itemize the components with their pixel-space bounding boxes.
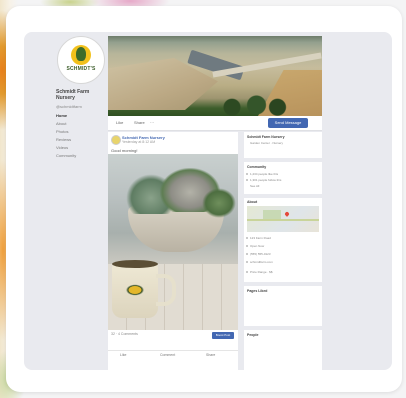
- community-title: Community: [247, 165, 267, 169]
- page-main: Like Share ··· Send Message Schmidt Farm…: [108, 32, 392, 370]
- community-box: Community 1,234 people like this 1,301 p…: [244, 162, 322, 194]
- clock-icon: [246, 245, 248, 247]
- map-road: [247, 219, 319, 221]
- community-see-all-link[interactable]: See All: [250, 184, 259, 188]
- more-options-button[interactable]: ···: [150, 119, 154, 127]
- pages-liked-box: Pages Liked: [244, 286, 322, 326]
- post-timestamp[interactable]: Yesterday at 8:12 AM: [122, 140, 155, 144]
- page-nav: Home About Photos Reviews Videos Communi…: [56, 112, 108, 160]
- nav-item-community[interactable]: Community: [56, 152, 108, 160]
- location-map[interactable]: [247, 206, 319, 232]
- page-sidebar: SCHMIDT'S Schmidt Farm Nursery @schmidtf…: [24, 32, 108, 370]
- globe-icon: [246, 261, 248, 263]
- nav-item-about[interactable]: About: [56, 120, 108, 128]
- nav-item-videos[interactable]: Videos: [56, 144, 108, 152]
- photo-mug-rim: [112, 260, 158, 268]
- feed-post: Schmidt Farm Nursery Yesterday at 8:12 A…: [108, 132, 238, 370]
- pages-liked-title: Pages Liked: [247, 289, 268, 293]
- page-name[interactable]: Schmidt Farm Nursery: [56, 89, 106, 101]
- cover-trees: [218, 94, 288, 116]
- page-handle[interactable]: @schmidtfarm: [56, 104, 82, 109]
- right-column: Schmidt Farm Nursery Garden Center · Nur…: [244, 132, 322, 370]
- about-address[interactable]: 123 Farm Road: [250, 236, 271, 240]
- about-website[interactable]: schmidtfarm.com: [250, 260, 273, 264]
- nav-item-home[interactable]: Home: [56, 112, 108, 120]
- community-likes: 1,234 people like this: [250, 172, 279, 176]
- cover-photo[interactable]: [108, 36, 322, 116]
- post-actions-bar: Like Comment Share: [108, 350, 238, 361]
- about-summary-title: Schmidt Farm Nursery: [247, 135, 285, 139]
- post-like-button[interactable]: Like: [120, 353, 126, 357]
- location-icon: [246, 237, 248, 239]
- people-title: People: [247, 333, 259, 337]
- like-page-button[interactable]: Like: [116, 119, 123, 127]
- page-profile-logo[interactable]: SCHMIDT'S: [57, 36, 105, 84]
- logo-wordmark: SCHMIDT'S: [66, 66, 96, 72]
- post-reaction-stats[interactable]: 32 · 4 Comments: [111, 332, 138, 336]
- nav-item-reviews[interactable]: Reviews: [56, 136, 108, 144]
- community-follows: 1,301 people follow this: [250, 178, 282, 182]
- nav-item-photos[interactable]: Photos: [56, 128, 108, 136]
- leaf-icon: [76, 47, 86, 61]
- about-title: About: [247, 200, 258, 204]
- about-box: About 123 Farm Road Open Now (555) 555-0…: [244, 198, 322, 282]
- photo-succulent-right: [202, 188, 236, 218]
- about-summary-box: Schmidt Farm Nursery Garden Center · Nur…: [244, 132, 322, 158]
- about-hours: Open Now: [250, 244, 265, 248]
- price-icon: [246, 271, 248, 273]
- about-phone[interactable]: (555) 555-0123: [250, 252, 271, 256]
- map-pin-icon: [284, 211, 290, 217]
- page-action-bar: Like Share ··· Send Message: [108, 116, 322, 131]
- post-author-avatar[interactable]: [111, 135, 121, 145]
- post-text: Good morning!: [111, 148, 138, 153]
- phone-icon: [246, 253, 248, 255]
- photo-mug-handle: [156, 274, 176, 306]
- people-box: People: [244, 330, 322, 370]
- post-comment-button[interactable]: Comment: [160, 353, 175, 357]
- about-summary-category: Garden Center · Nursery: [250, 141, 284, 145]
- people-icon: [246, 173, 248, 175]
- about-price-range: Price Range · $$: [250, 270, 273, 274]
- boost-post-button[interactable]: Boost Post: [212, 332, 234, 339]
- send-message-button[interactable]: Send Message: [268, 118, 308, 128]
- post-photo[interactable]: [108, 154, 238, 330]
- share-page-button[interactable]: Share: [134, 119, 145, 127]
- follow-icon: [246, 179, 248, 181]
- post-share-button[interactable]: Share: [206, 353, 215, 357]
- photo-mug-logo: [122, 282, 148, 298]
- facebook-page-screenshot: SCHMIDT'S Schmidt Farm Nursery @schmidtf…: [24, 32, 392, 370]
